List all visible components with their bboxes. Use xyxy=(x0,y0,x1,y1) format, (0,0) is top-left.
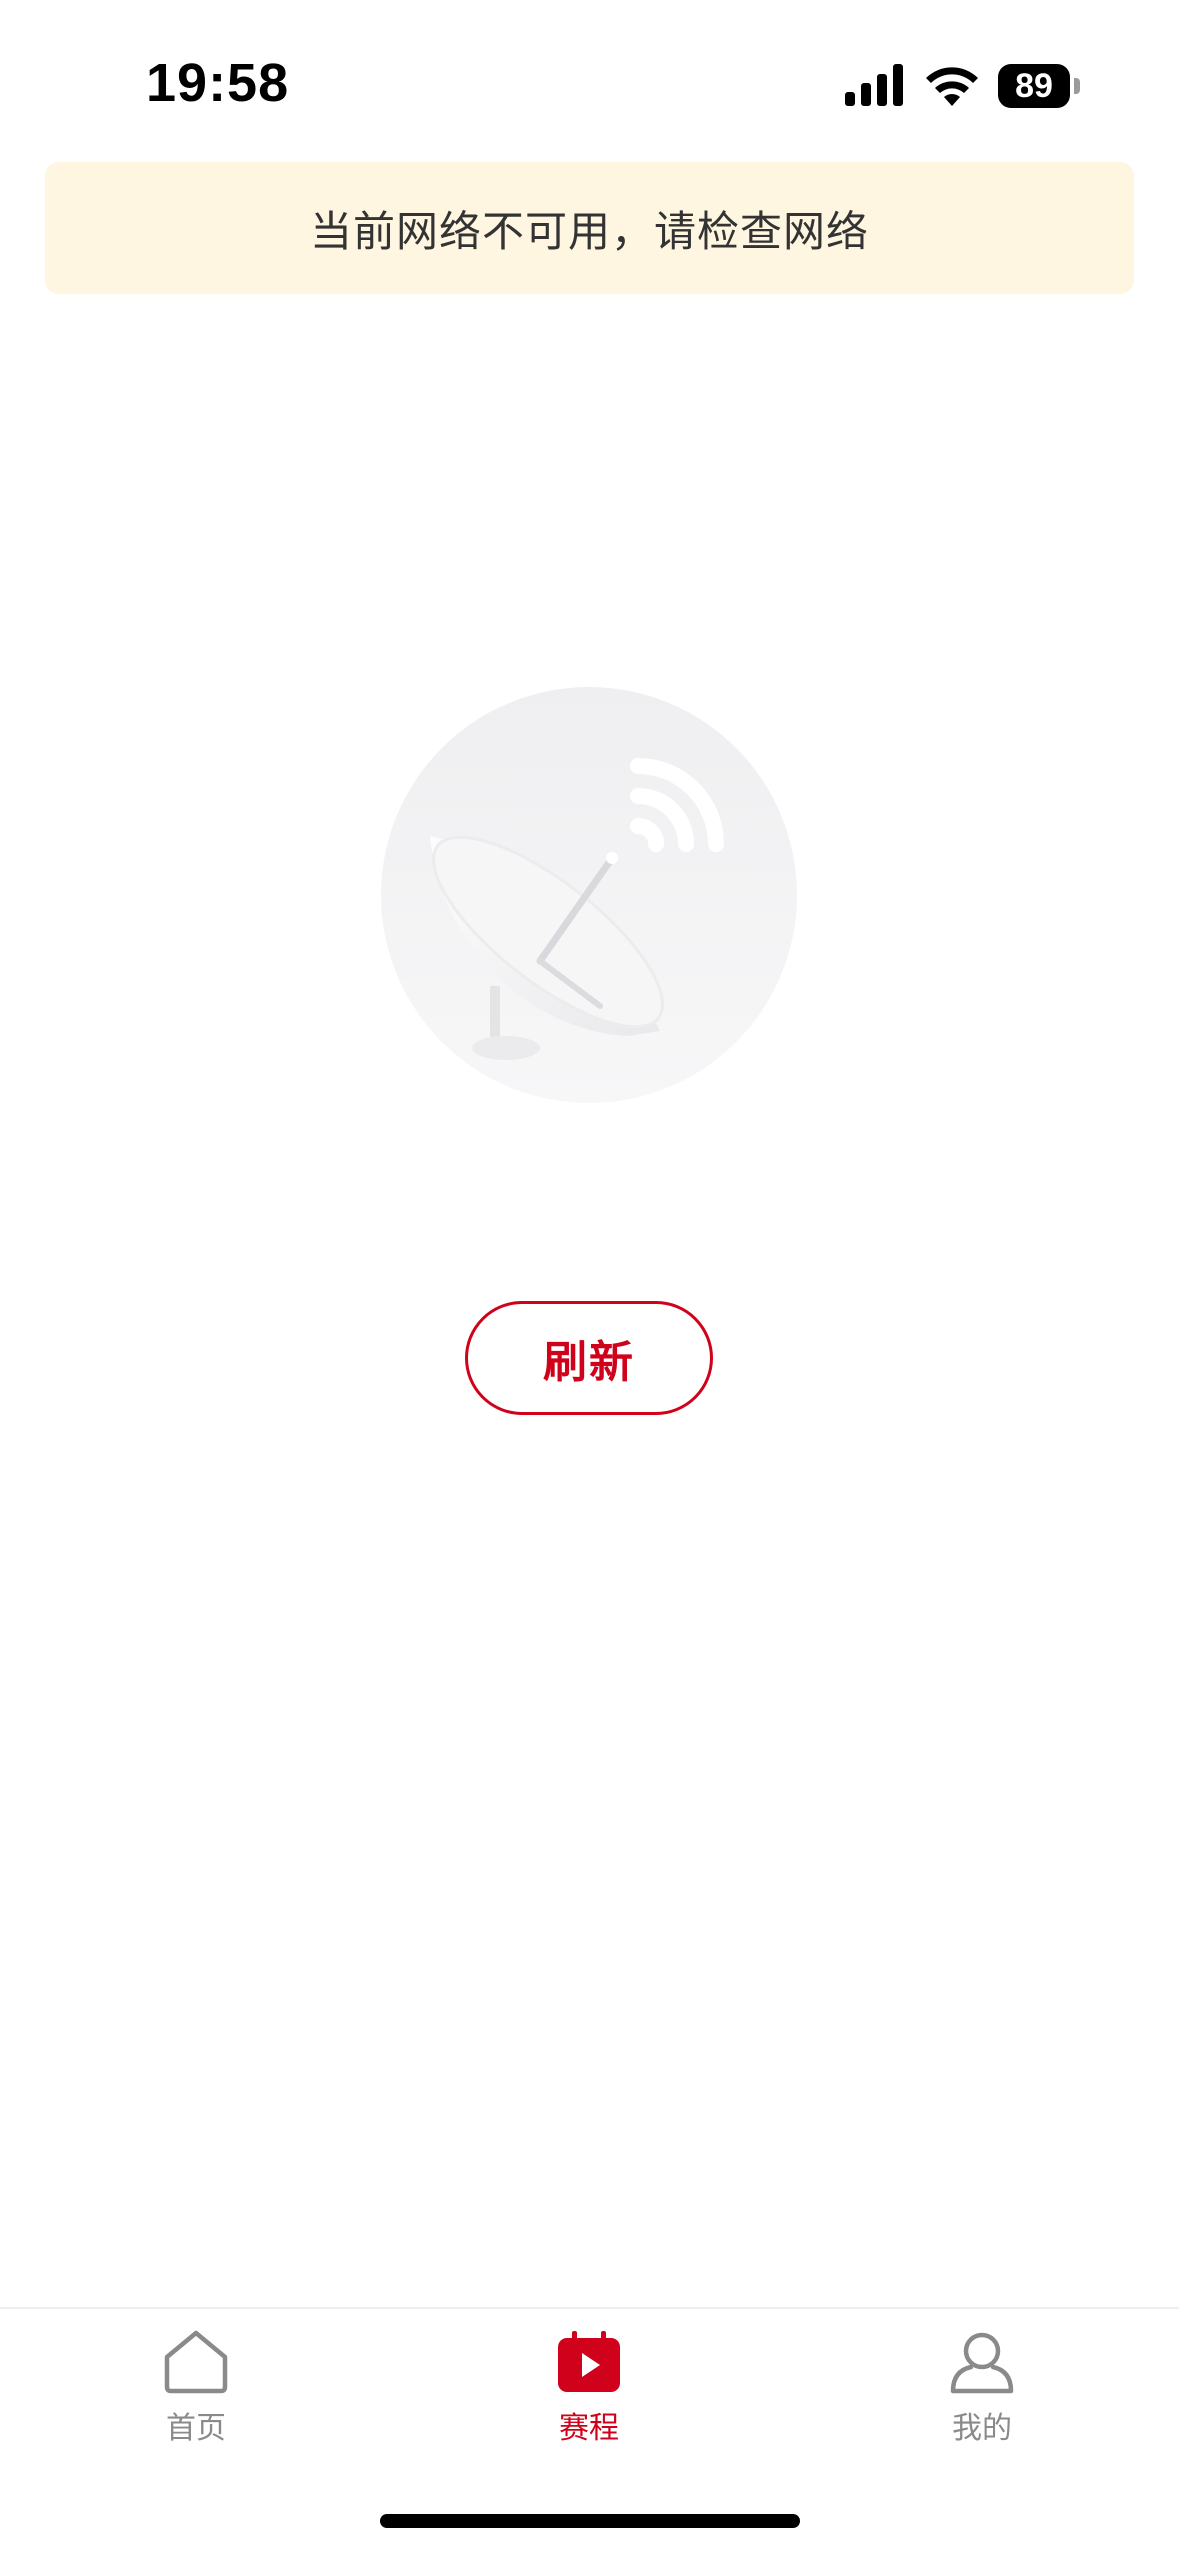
user-icon xyxy=(950,2332,1014,2394)
home-indicator[interactable] xyxy=(380,2514,800,2528)
tab-schedule-label: 赛程 xyxy=(559,2411,619,2446)
cellular-signal-icon xyxy=(845,64,903,106)
status-time: 19:58 xyxy=(146,53,290,113)
battery-cap xyxy=(1074,78,1080,94)
wifi-icon xyxy=(926,67,978,106)
tab-home[interactable]: 首页 xyxy=(96,2309,296,2459)
schedule-play-icon xyxy=(558,2331,620,2392)
home-icon xyxy=(164,2330,228,2394)
refresh-label: 刷新 xyxy=(543,1337,635,1388)
battery-icon: 89 xyxy=(998,64,1080,108)
status-bar: 19:58 89 xyxy=(0,0,1179,150)
battery-level: 89 xyxy=(998,64,1070,108)
network-error-banner: 当前网络不可用，请检查网络 xyxy=(45,162,1134,294)
network-error-message: 当前网络不可用，请检查网络 xyxy=(309,206,869,256)
refresh-button[interactable]: 刷新 xyxy=(465,1301,713,1415)
tab-home-label: 首页 xyxy=(166,2411,226,2446)
tab-mine[interactable]: 我的 xyxy=(882,2309,1082,2459)
tab-mine-label: 我的 xyxy=(952,2411,1012,2446)
tab-schedule[interactable]: 赛程 xyxy=(489,2309,689,2459)
satellite-dish-icon xyxy=(381,687,797,1103)
